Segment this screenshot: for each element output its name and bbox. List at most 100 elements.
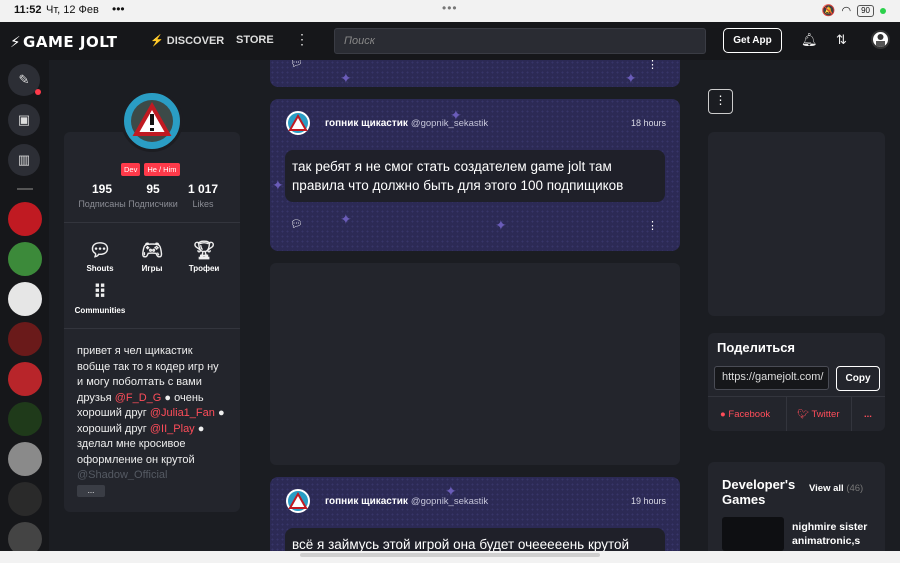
bio-mention[interactable]: @II_Play [150, 423, 195, 435]
top-navigation: ⚡ GAME JOLT ⚡ DISCOVER STORE ⋮ Поиск Get … [0, 22, 900, 60]
tab-trophies[interactable]: 🏆︎ Трофеи [181, 240, 227, 273]
bio-text: зделал мне кросивое оформление он крутой [77, 438, 195, 466]
community-avatar[interactable] [8, 202, 42, 236]
followers-count[interactable]: 95 [125, 182, 181, 196]
community-avatar[interactable] [8, 362, 42, 396]
star-decoration: ✦ [495, 217, 507, 233]
sidebar-divider [17, 188, 33, 190]
gamejolt-logo[interactable]: ⚡ GAME JOLT [10, 33, 118, 51]
share-more-button[interactable]: ... [864, 409, 872, 420]
post-author[interactable]: гопник щикастик @gopnik_sekastik [325, 118, 488, 129]
star-decoration: ✦ [340, 70, 352, 86]
community-avatar[interactable] [8, 402, 42, 436]
multitask-dots-icon[interactable]: ••• [442, 1, 458, 15]
facebook-icon: ● [720, 409, 726, 420]
comment-icon[interactable]: 💬︎ [290, 219, 303, 230]
avatar-image [131, 100, 173, 142]
star-decoration: ✦ [340, 211, 352, 227]
get-app-button[interactable]: Get App [723, 28, 782, 53]
trophy-icon: 🏆︎ [192, 240, 216, 260]
post-timestamp[interactable]: 19 hours [631, 496, 666, 506]
share-url-field[interactable]: https://gamejolt.com/ [714, 366, 829, 390]
nav-more-icon[interactable]: ⋮ [295, 31, 309, 48]
post-author-handle: @gopnik_sekastik [410, 496, 489, 507]
tab-games-label: Игры [141, 264, 163, 273]
likes-label: Likes [192, 199, 214, 209]
comment-icon[interactable]: 💬︎ [290, 60, 303, 69]
sidebar-games-button[interactable]: ▣ [8, 104, 40, 136]
bell-icon[interactable]: 🔔︎ [801, 32, 818, 48]
profile-avatar[interactable] [121, 90, 183, 152]
status-right: 🔕 ◠ 90 [822, 4, 886, 17]
bio-mention[interactable]: @F_D_G [115, 392, 162, 404]
view-all-link[interactable]: View all (46) [809, 483, 863, 494]
post-card-partial[interactable]: ✦ ✦ 💬︎ ⋮ [270, 60, 680, 87]
post-text: всё я займусь этой игрой она будет очеее… [285, 528, 665, 551]
tab-communities-label: Communities [74, 306, 126, 315]
view-all-label: View all [809, 483, 844, 494]
mention-avatar-icon: ● [197, 422, 205, 435]
post-menu-icon[interactable]: ⋮ [647, 60, 658, 71]
home-indicator[interactable] [300, 553, 600, 557]
share-title: Поделиться [717, 340, 796, 355]
post-card[interactable]: ✦ гопник щикастик @gopnik_sekastik 19 hou… [270, 477, 680, 551]
nav-discover-label: DISCOVER [166, 35, 225, 47]
mention-avatar-icon: ● [217, 407, 225, 419]
tab-games[interactable]: 🎮︎ Игры [129, 240, 175, 273]
profile-options-button[interactable]: ⋮ [708, 89, 733, 114]
warning-icon [132, 101, 172, 136]
post-text: так ребят я не смог стать создателем gam… [285, 150, 665, 202]
status-date: Чт, 12 Фев [46, 4, 99, 16]
share-twitter-link[interactable]: 🐦︎ Twitter [797, 409, 840, 420]
logo-text: GAME JOLT [23, 33, 118, 51]
community-avatar[interactable] [8, 442, 42, 476]
game-thumbnail[interactable] [722, 517, 784, 551]
bio-mention[interactable]: @Julia1_Fan [150, 407, 215, 419]
profile-bio: привет я чел щикастик вобще так то я код… [77, 344, 227, 480]
community-avatar[interactable] [8, 242, 42, 276]
community-avatar[interactable] [8, 322, 42, 356]
post-author-name: гопник щикастик [325, 496, 408, 507]
user-avatar[interactable] [871, 30, 890, 49]
community-avatar[interactable] [8, 482, 42, 516]
post-card[interactable]: ✦ ✦ ✦ ✦ гопник щикастик @gopnik_sekastik … [270, 99, 680, 251]
post-menu-icon[interactable]: ⋮ [647, 219, 658, 232]
search-input[interactable]: Поиск [334, 28, 706, 54]
ad-placeholder [708, 132, 885, 316]
controller-icon: ▣ [17, 112, 31, 127]
bio-expand-button[interactable]: ... [77, 485, 105, 497]
system-status-bar: 11:52 Чт, 12 Фев ••• ••• 🔕 ◠ 90 [0, 0, 900, 22]
activity-icon[interactable]: ⇅ [836, 32, 847, 48]
communities-icon: ⠿ [93, 282, 107, 302]
post-author-avatar[interactable] [286, 489, 310, 513]
status-more-icon: ••• [112, 2, 125, 16]
twitter-icon: 🐦︎ [797, 409, 810, 420]
tab-shouts[interactable]: 💬︎ Shouts [77, 240, 123, 273]
game-title[interactable]: nighmire sister animatronic,s [792, 520, 882, 548]
share-facebook-label: Facebook [728, 409, 771, 420]
nav-discover[interactable]: ⚡ DISCOVER [150, 34, 224, 47]
bio-mention[interactable]: @Shadow_Official [77, 469, 167, 480]
library-icon: ▥ [17, 152, 31, 167]
post-author-avatar[interactable] [286, 111, 310, 135]
pronoun-badge: He / Him [144, 163, 180, 176]
divider [786, 397, 787, 431]
tab-communities[interactable]: ⠿ Communities [74, 282, 126, 315]
speech-bubble-icon: 💬︎ [88, 240, 112, 260]
following-count[interactable]: 195 [74, 182, 130, 196]
share-facebook-link[interactable]: ● Facebook [720, 409, 770, 420]
following-label: Подписаны [78, 199, 126, 209]
copy-button[interactable]: Copy [836, 366, 880, 391]
warning-icon [288, 113, 308, 131]
mute-icon: 🔕 [821, 5, 836, 17]
wifi-icon: ◠ [841, 5, 852, 17]
community-avatar[interactable] [8, 282, 42, 316]
sidebar-library-button[interactable]: ▥ [8, 144, 40, 176]
post-timestamp[interactable]: 18 hours [631, 118, 666, 128]
tab-shouts-label: Shouts [86, 264, 114, 273]
nav-store[interactable]: STORE [236, 34, 274, 46]
status-time: 11:52 [14, 4, 42, 16]
notification-dot [35, 89, 41, 95]
likes-count: 1 017 [187, 182, 219, 196]
post-author[interactable]: гопник щикастик @gopnik_sekastik [325, 496, 488, 507]
